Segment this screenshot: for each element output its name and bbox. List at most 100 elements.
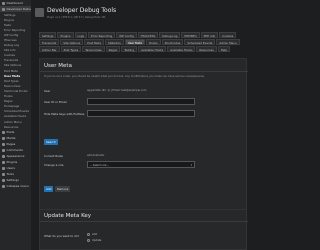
sidebar-item-label: Tools xyxy=(6,172,14,177)
search-button[interactable]: Search xyxy=(44,139,58,145)
change-role-select-value: -- Select role -- xyxy=(90,164,110,167)
user-label: User xyxy=(44,89,51,93)
plugin-meta: Plugin v1.1 | PHP 8.1 | WP 6.5 | Debug M… xyxy=(47,16,106,19)
sidebar-item-label: Developer Debug Tools xyxy=(6,7,32,11)
tab-transients[interactable]: Transients xyxy=(39,39,60,45)
radio-update-label: Update xyxy=(92,239,102,242)
sidebar-item-label: Cookies xyxy=(4,53,15,58)
menu-icon xyxy=(2,7,5,11)
menu-icon xyxy=(2,160,5,164)
sidebar-item-collapse-menu[interactable]: Collapse menu xyxy=(0,183,31,189)
tab-help[interactable]: Help xyxy=(217,46,231,52)
tab-available-hooks[interactable]: Available Hooks xyxy=(167,46,196,52)
sidebar-item-scheduled-events[interactable]: Scheduled Events xyxy=(0,109,31,114)
sidebar-item-label: Pages xyxy=(6,142,16,147)
tab-error-reporting[interactable]: Error Reporting xyxy=(87,32,116,38)
user-meta-panel: User Meta If you're not a coder, you sho… xyxy=(39,58,248,223)
sidebar-item-shortcode-finder[interactable]: Shortcode Finder xyxy=(0,88,31,93)
sidebar-item-label: Posts xyxy=(6,130,15,135)
sidebar-item-label: Hooks xyxy=(4,94,13,99)
menu-icon xyxy=(2,130,5,134)
hide-keys-input[interactable] xyxy=(87,110,195,117)
update-meta-divider xyxy=(40,221,248,222)
add-role-button[interactable]: Add xyxy=(44,186,54,192)
current-roles-value: administrator xyxy=(87,154,105,157)
menu-icon xyxy=(2,178,5,182)
remove-role-button[interactable]: Remove xyxy=(55,186,71,192)
sidebar-item-label: Site Info xyxy=(4,48,16,53)
tab-resources[interactable]: Resources xyxy=(196,46,217,52)
tab-htaccess[interactable]: HTACCESS xyxy=(137,32,159,38)
tab-shortcodes[interactable]: Shortcodes xyxy=(161,39,184,45)
change-role-label: Change a role xyxy=(44,163,64,167)
sidebar-item-label: Users xyxy=(6,166,15,171)
sidebar-item-label: Media xyxy=(6,136,16,141)
tab-hooks[interactable]: Hooks xyxy=(145,39,161,45)
tab-logs[interactable]: Logs xyxy=(74,32,87,38)
tab-admin-menu[interactable]: Admin Menu xyxy=(216,39,240,45)
user-id-label: User ID or Email xyxy=(44,100,67,104)
menu-icon xyxy=(2,154,5,158)
current-roles-label: Current Roles xyxy=(44,154,63,158)
sidebar-item-label: Transients xyxy=(4,58,19,63)
update-meta-panel: Update Meta Key What do you want to do? … xyxy=(39,209,248,250)
menu-icon xyxy=(2,148,5,152)
sidebar-item-label: Plugins xyxy=(4,17,15,22)
tab-cookies[interactable]: Cookies xyxy=(219,32,237,38)
tab-plugins[interactable]: Plugins xyxy=(57,32,74,38)
tab-settings[interactable]: Settings xyxy=(39,32,57,38)
tab-testing[interactable]: Testing xyxy=(121,46,138,52)
hide-keys-label: Hide Meta Keys with Prefixes xyxy=(44,112,85,116)
sidebar-item-label: Scheduled Events xyxy=(4,109,29,114)
menu-icon xyxy=(2,184,5,188)
plugin-logo-icon xyxy=(35,8,44,17)
sidebar-item-label: Error Reporting xyxy=(4,27,26,32)
sidebar-item-label: Collapse menu xyxy=(6,184,29,189)
update-meta-question: What do you want to do? xyxy=(44,234,80,238)
tab-available-hooks[interactable]: Available Hooks xyxy=(138,46,167,52)
plugin-header: Developer Debug Tools Plugin v1.1 | PHP … xyxy=(35,2,247,32)
tab-regex[interactable]: Regex xyxy=(105,46,121,52)
radio-update[interactable] xyxy=(87,239,90,242)
tab-scheduled-events[interactable]: Scheduled Events xyxy=(184,39,216,45)
user-id-input[interactable] xyxy=(87,98,195,105)
change-role-select[interactable]: -- Select role -- ▾ xyxy=(87,161,195,168)
tab-taxonomies[interactable]: Taxonomies xyxy=(82,46,105,52)
user-value: apguillotte (ID: 1) | Email: test@exampl… xyxy=(87,89,147,92)
tab-bar: Settings Plugins Logs Error Reporting WP Con… xyxy=(39,32,247,52)
tab-site-options[interactable]: Site Options xyxy=(60,39,84,45)
panel-title: User Meta xyxy=(44,63,72,69)
tab-statistics[interactable]: Statistics xyxy=(104,39,124,45)
sidebar-item-label: Admin Menu xyxy=(4,119,22,124)
menu-icon xyxy=(2,172,5,176)
sidebar-item-label: Htaccess xyxy=(4,38,17,43)
tab-wp-config[interactable]: WP Config xyxy=(116,32,137,38)
chevron-down-icon: ▾ xyxy=(190,164,192,167)
sidebar-item-label: Site Options xyxy=(4,63,22,68)
menu-icon xyxy=(2,166,5,170)
tab-post-meta[interactable]: Post Meta xyxy=(84,39,104,45)
tab-debug-log[interactable]: Debug Log xyxy=(159,32,181,38)
tab-post-types[interactable]: Post Types xyxy=(60,46,82,52)
panel-description: If you're not a coder, you should be car… xyxy=(44,75,205,78)
sidebar-item-label: Dashboard xyxy=(6,1,23,5)
sidebar-item-label: Tests xyxy=(4,22,11,27)
sidebar-item-label: Available Hooks xyxy=(4,114,27,119)
menu-icon xyxy=(2,142,5,146)
tab-admin-bar[interactable]: Admin Bar xyxy=(39,46,60,52)
sidebar-item-label: WP Config xyxy=(4,32,19,37)
sidebar-item-label: Post Meta xyxy=(4,68,18,73)
sidebar-item-label: Debug Log xyxy=(4,43,20,48)
page-title: Developer Debug Tools xyxy=(47,7,117,14)
tab-phpinfo[interactable]: PHPINFO xyxy=(181,32,200,38)
tab-user-meta[interactable]: User Meta xyxy=(124,39,145,45)
sidebar-item-label: Homepage xyxy=(4,104,20,109)
update-meta-title: Update Meta Key xyxy=(44,213,92,219)
radio-add[interactable] xyxy=(87,233,90,236)
sidebar-item-label: Regex xyxy=(4,99,13,104)
sidebar-item-label: Appearance xyxy=(6,154,25,159)
tab-php-info[interactable]: PHP Info xyxy=(200,32,219,38)
sidebar-item-label: Plugins xyxy=(6,160,18,165)
sidebar-item-label: Resources xyxy=(4,124,19,129)
menu-icon xyxy=(2,1,5,5)
